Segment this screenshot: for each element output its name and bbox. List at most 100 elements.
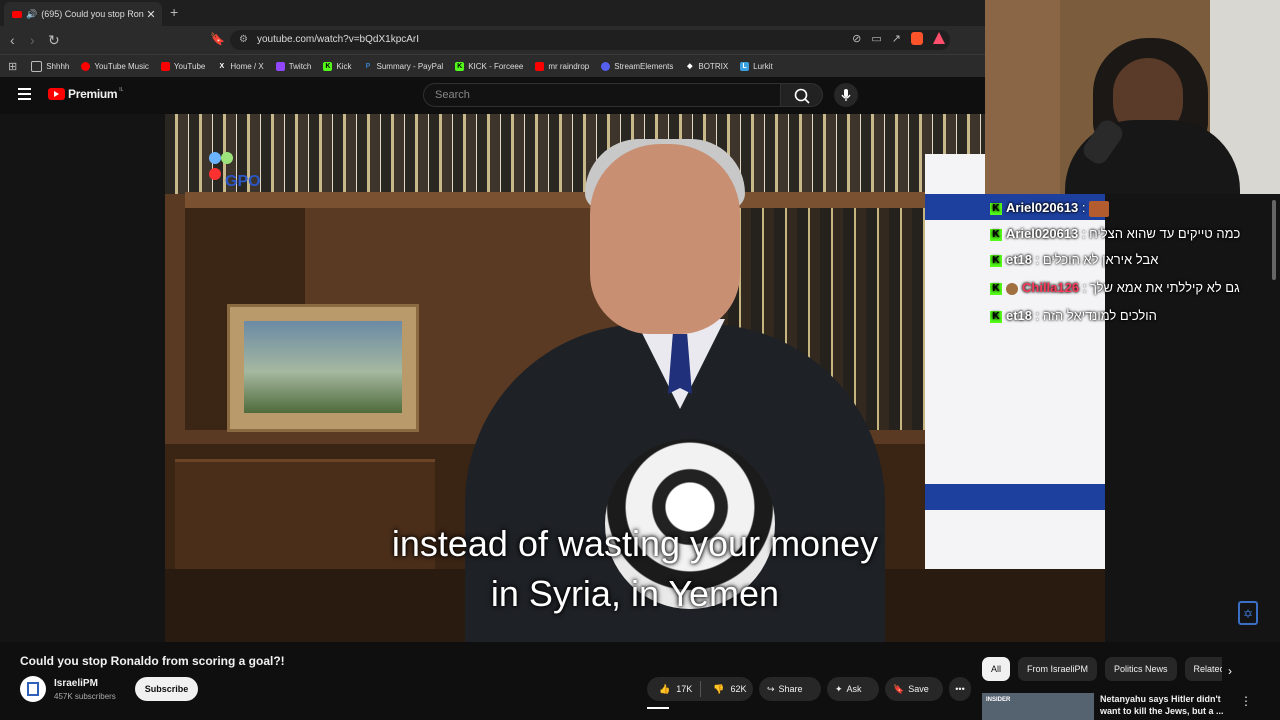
subtitle-line: in Syria, in Yemen bbox=[490, 573, 780, 614]
webcam-overlay bbox=[985, 0, 1280, 194]
chip-politics-news[interactable]: Politics News bbox=[1105, 657, 1177, 681]
site-settings-icon[interactable]: ⚙ bbox=[239, 30, 248, 50]
emote-icon bbox=[1089, 200, 1110, 217]
new-tab-button[interactable]: + bbox=[170, 4, 178, 20]
chat-overlay: K Ariel020613 : K Ariel020613 : כמה טייקים… bbox=[990, 194, 1280, 394]
url-text: youtube.com/watch?v=bQdX1kpcArI bbox=[257, 34, 420, 45]
gpo-logo: GPO bbox=[203, 150, 263, 190]
voice-search-button[interactable] bbox=[834, 83, 858, 107]
thumbs-up-icon: 👍 bbox=[659, 684, 671, 694]
more-vert-icon[interactable]: ⋮ bbox=[1240, 694, 1252, 708]
like-underline bbox=[647, 707, 669, 709]
bookmark-item[interactable]: ◆ BOTRIX bbox=[685, 62, 728, 71]
search-input[interactable]: Search bbox=[423, 83, 781, 107]
kick-icon: K bbox=[990, 202, 1002, 215]
watermark-text: GPO bbox=[225, 173, 261, 190]
more-actions-button[interactable]: ••• bbox=[949, 677, 971, 701]
youtube-icon bbox=[160, 61, 170, 71]
back-icon[interactable]: ‹ bbox=[10, 32, 15, 48]
chat-message: K Ariel020613 : כמה טייקים עד שהוא הצליח bbox=[990, 222, 1280, 246]
channel-name[interactable]: IsraeliPM bbox=[54, 678, 98, 689]
share-button[interactable]: ↪ Share bbox=[759, 677, 821, 701]
browser-tab-strip: 🔊 (695) Could you stop Ronaldo ✕ + bbox=[0, 0, 985, 26]
bookmark-item[interactable]: StreamElements bbox=[601, 61, 673, 71]
channel-avatar[interactable] bbox=[20, 676, 46, 702]
chat-scrollbar[interactable] bbox=[1272, 200, 1276, 280]
bookmark-item[interactable]: mr raindrop bbox=[535, 61, 589, 71]
framed-photo bbox=[227, 304, 419, 432]
video-subtitles: instead of wasting your money in Syria, … bbox=[0, 519, 1105, 619]
menu-icon[interactable] bbox=[18, 88, 31, 103]
recommended-thumbnail[interactable]: INSIDER bbox=[982, 693, 1094, 720]
cast-icon[interactable]: ▭ bbox=[871, 32, 881, 45]
youtube-logo[interactable]: Premium IL bbox=[48, 87, 123, 101]
ask-button[interactable]: ✦ Ask bbox=[827, 677, 879, 701]
botrix-icon: ◆ bbox=[687, 63, 693, 70]
search-button[interactable] bbox=[781, 83, 823, 107]
streamelements-icon bbox=[601, 61, 611, 71]
chip-related[interactable]: Related bbox=[1184, 657, 1222, 681]
bookmarks-bar: ⊞ Shhhh YouTube Music YouTube X Home / X … bbox=[0, 54, 985, 77]
kick-icon: K bbox=[990, 310, 1002, 323]
bookmark-item[interactable]: YouTube Music bbox=[81, 61, 149, 71]
kick-icon: K bbox=[990, 228, 1002, 241]
subscribe-button[interactable]: Subscribe bbox=[135, 677, 198, 701]
more-icon: ••• bbox=[955, 684, 965, 694]
close-tab-icon[interactable]: ✕ bbox=[144, 8, 158, 21]
no-tracking-icon[interactable]: ⊘ bbox=[852, 32, 861, 45]
forward-icon[interactable]: › bbox=[30, 32, 35, 48]
kick-icon: K bbox=[990, 254, 1002, 267]
badge-icon bbox=[1006, 282, 1018, 295]
address-icons: ⊘ ▭ ↗ bbox=[852, 32, 945, 45]
bookmark-item[interactable]: K Kick bbox=[323, 61, 352, 71]
brave-shields-icon[interactable] bbox=[911, 32, 923, 45]
bookmark-item[interactable]: Shhhh bbox=[31, 60, 69, 72]
video-player[interactable]: GPO instead of wasting your money in Syr… bbox=[0, 114, 1105, 642]
share-page-icon[interactable]: ↗ bbox=[892, 32, 901, 45]
bookmark-item[interactable]: Twitch bbox=[275, 61, 311, 71]
like-dislike-group: 👍 17K 👎 62K bbox=[647, 677, 753, 701]
video-title: Could you stop Ronaldo from scoring a go… bbox=[20, 654, 285, 668]
dislike-button[interactable]: 👎 62K bbox=[709, 677, 746, 701]
sparkle-icon: ✦ bbox=[835, 684, 843, 694]
youtube-music-icon bbox=[81, 61, 91, 71]
bookmark-item[interactable]: X Home / X bbox=[217, 62, 264, 71]
youtube-icon bbox=[535, 61, 545, 71]
chat-message: K Chilla126 : גם לא קיללתי את אמא שלך bbox=[990, 274, 1280, 302]
bookmark-item[interactable]: K KICK - Forceee bbox=[455, 61, 523, 71]
chevron-right-icon[interactable]: › bbox=[1228, 664, 1232, 678]
search-icon bbox=[794, 88, 810, 104]
like-button[interactable]: 👍 17K bbox=[655, 677, 692, 701]
address-toolbar: ‹ › ↻ 🔖 ⚙ youtube.com/watch?v=bQdX1kpcAr… bbox=[0, 26, 985, 54]
microphone-icon bbox=[841, 89, 851, 101]
bookmark-item[interactable]: L Lurkit bbox=[740, 61, 773, 71]
kick-icon: K bbox=[990, 282, 1002, 295]
share-icon: ↪ bbox=[767, 684, 775, 694]
kick-icon: K bbox=[455, 61, 465, 71]
thumbs-down-icon: 👎 bbox=[713, 684, 725, 694]
chip-all[interactable]: All bbox=[982, 657, 1011, 681]
browser-tab[interactable]: 🔊 (695) Could you stop Ronaldo ✕ bbox=[4, 2, 162, 26]
tab-title: (695) Could you stop Ronaldo bbox=[41, 9, 144, 19]
chip-from-israelipm[interactable]: From IsraeliPM bbox=[1018, 657, 1098, 681]
url-field[interactable]: ⚙ youtube.com/watch?v=bQdX1kpcArI bbox=[230, 30, 950, 50]
bookmark-item[interactable]: P Summary - PayPal bbox=[364, 62, 444, 71]
video-info: Could you stop Ronaldo from scoring a go… bbox=[0, 642, 1280, 720]
bookmark-item[interactable]: YouTube bbox=[160, 61, 205, 71]
chat-message: Ket18 : הולכים למונדיאל הזה bbox=[990, 302, 1280, 330]
subtitle-line: instead of wasting your money bbox=[391, 523, 879, 564]
youtube-header: Premium IL Search bbox=[0, 77, 985, 114]
apps-grid-icon[interactable]: ⊞ bbox=[8, 60, 17, 73]
folder-icon bbox=[31, 60, 43, 72]
youtube-play-icon bbox=[48, 88, 65, 100]
recommended-title[interactable]: Netanyahu says Hitler didn't want to kil… bbox=[1100, 693, 1230, 717]
x-icon: X bbox=[219, 62, 225, 70]
twitch-icon bbox=[275, 61, 285, 71]
speaker-icon[interactable]: 🔊 bbox=[26, 9, 37, 20]
youtube-favicon-icon bbox=[12, 10, 22, 18]
reload-icon[interactable]: ↻ bbox=[48, 32, 60, 49]
chat-message: K Ariel020613 : bbox=[990, 194, 1280, 222]
brave-rewards-icon[interactable] bbox=[933, 32, 945, 44]
bookmark-icon[interactable]: 🔖 bbox=[210, 32, 225, 46]
save-button[interactable]: 🔖 Save bbox=[885, 677, 943, 701]
